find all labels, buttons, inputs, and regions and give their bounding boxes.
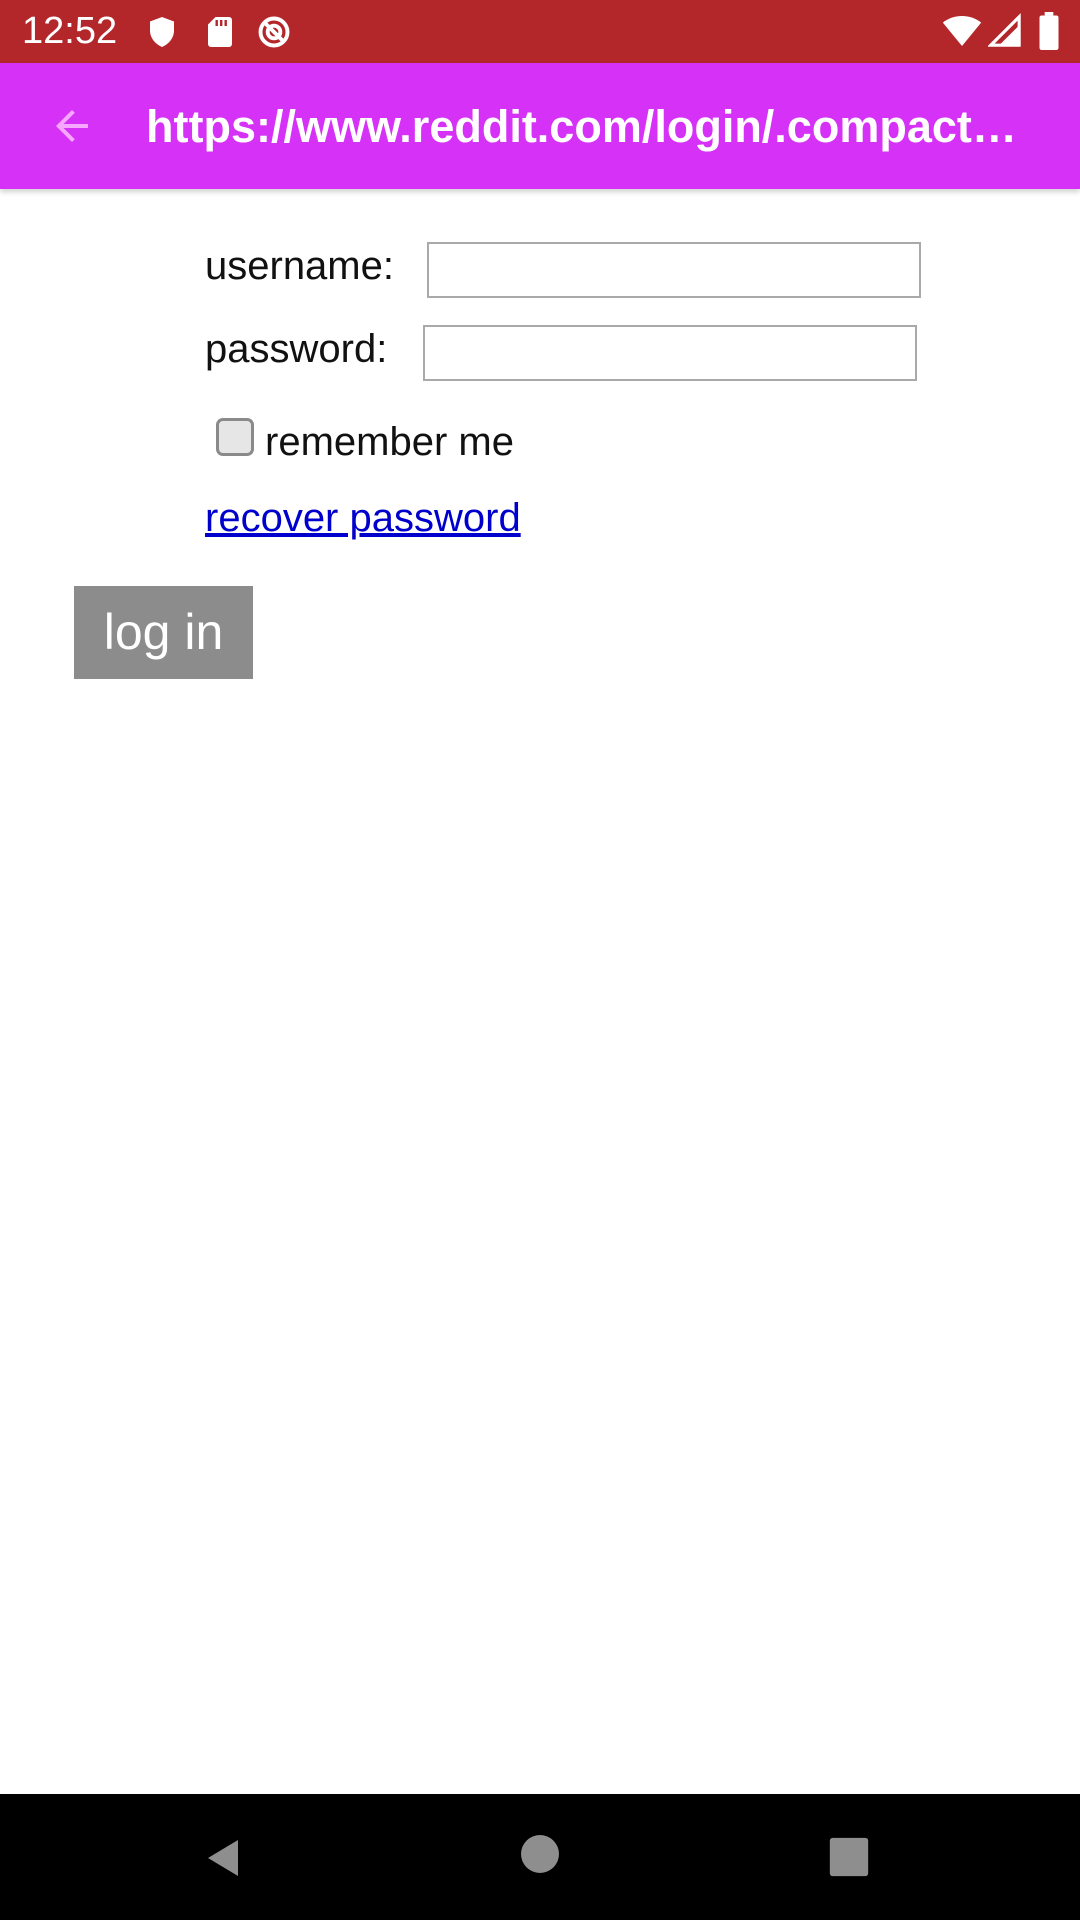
status-time: 12:52 bbox=[22, 10, 118, 52]
password-input[interactable] bbox=[423, 325, 917, 381]
recover-password-link[interactable]: recover password bbox=[205, 494, 521, 542]
data-saver-icon bbox=[258, 16, 290, 48]
app-bar: https://www.reddit.com/login/.compact?de… bbox=[0, 63, 1080, 189]
username-label: username: bbox=[205, 244, 394, 288]
battery-icon bbox=[1039, 12, 1059, 50]
back-triangle-icon[interactable] bbox=[200, 1834, 248, 1882]
page-url-title: https://www.reddit.com/login/.compact?de… bbox=[146, 101, 1021, 152]
wifi-icon bbox=[942, 16, 982, 46]
arrow-back-icon bbox=[56, 110, 88, 142]
password-label: password: bbox=[205, 327, 388, 371]
signal-icon bbox=[988, 13, 1021, 47]
remember-me-label[interactable]: remember me bbox=[265, 418, 514, 466]
sd-card-icon bbox=[208, 17, 232, 47]
shield-icon bbox=[150, 17, 174, 47]
home-circle-icon[interactable] bbox=[516, 1830, 564, 1878]
back-button[interactable] bbox=[36, 90, 108, 162]
username-input[interactable] bbox=[427, 242, 921, 298]
remember-me-checkbox[interactable] bbox=[216, 418, 254, 456]
status-bar: 12:52 bbox=[0, 0, 1080, 63]
log-in-button[interactable]: log in bbox=[74, 586, 253, 679]
recents-square-icon[interactable] bbox=[826, 1834, 872, 1880]
system-nav-bar bbox=[0, 1794, 1080, 1920]
